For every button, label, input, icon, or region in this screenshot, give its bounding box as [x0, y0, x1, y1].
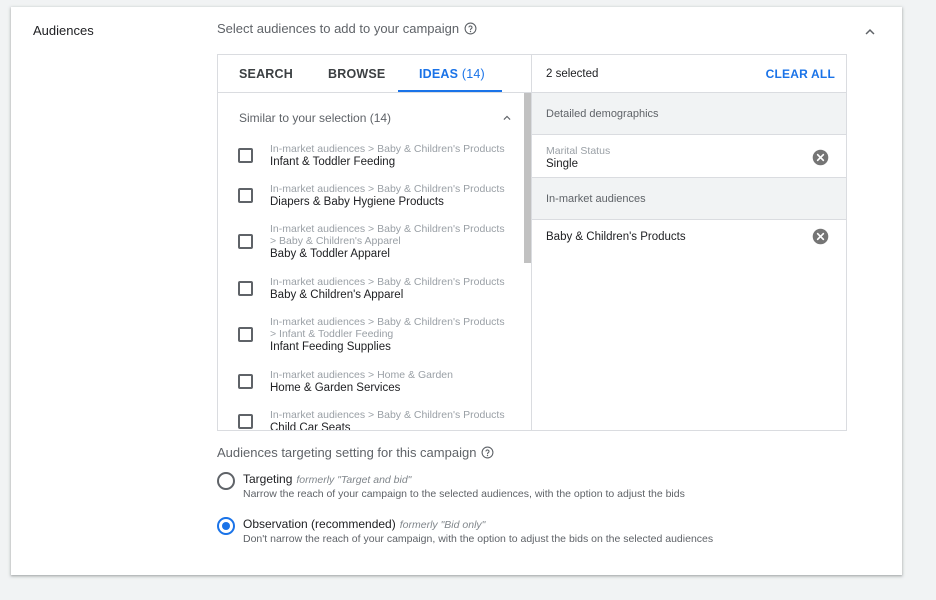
selected-count: 2 selected — [546, 68, 599, 80]
group-header: Detailed demographics — [532, 93, 846, 135]
audience-browser: SEARCH BROWSE IDEAS (14) Similar to your… — [218, 55, 532, 430]
audience-checkbox[interactable] — [238, 234, 253, 249]
list-scrollbar[interactable] — [524, 93, 531, 263]
remove-circle-icon[interactable] — [812, 228, 829, 245]
audience-checkbox[interactable] — [238, 281, 253, 296]
audience-checkbox[interactable] — [238, 374, 253, 389]
tab-browse[interactable]: BROWSE — [328, 55, 385, 93]
selected-item: Marital Status Single — [532, 136, 846, 178]
similar-header: Similar to your selection (14) — [239, 111, 392, 125]
audience-checkbox[interactable] — [238, 188, 253, 203]
clear-all-button[interactable]: CLEAR ALL — [766, 67, 835, 81]
selected-audiences: 2 selected CLEAR ALL Detailed demographi… — [532, 55, 846, 430]
selected-header: 2 selected CLEAR ALL — [532, 55, 846, 93]
tab-bar: SEARCH BROWSE IDEAS (14) — [218, 55, 531, 93]
intro-text: Select audiences to add to your campaign — [217, 21, 477, 36]
tab-ideas[interactable]: IDEAS (14) — [419, 55, 485, 93]
audiences-card: Audiences Select audiences to add to you… — [11, 7, 902, 575]
audience-checkbox[interactable] — [238, 148, 253, 163]
group-header: In-market audiences — [532, 178, 846, 220]
selected-item: Baby & Children's Products — [532, 221, 846, 255]
chevron-up-icon[interactable] — [861, 23, 879, 41]
ideas-list[interactable]: Similar to your selection (14) In-market… — [218, 93, 531, 430]
audience-checkbox[interactable] — [238, 414, 253, 429]
observation-radio[interactable] — [217, 517, 235, 535]
tab-active-indicator — [398, 90, 502, 92]
help-circle-icon[interactable] — [481, 446, 494, 459]
targeting-setting-title: Audiences targeting setting for this cam… — [217, 445, 494, 460]
audience-picker: SEARCH BROWSE IDEAS (14) Similar to your… — [217, 54, 847, 431]
chevron-up-icon[interactable] — [500, 111, 514, 125]
audience-checkbox[interactable] — [238, 327, 253, 342]
section-label: Audiences — [33, 23, 94, 38]
help-circle-icon[interactable] — [464, 22, 477, 35]
remove-circle-icon[interactable] — [812, 149, 829, 166]
targeting-radio[interactable] — [217, 472, 235, 490]
tab-search[interactable]: SEARCH — [239, 55, 293, 93]
